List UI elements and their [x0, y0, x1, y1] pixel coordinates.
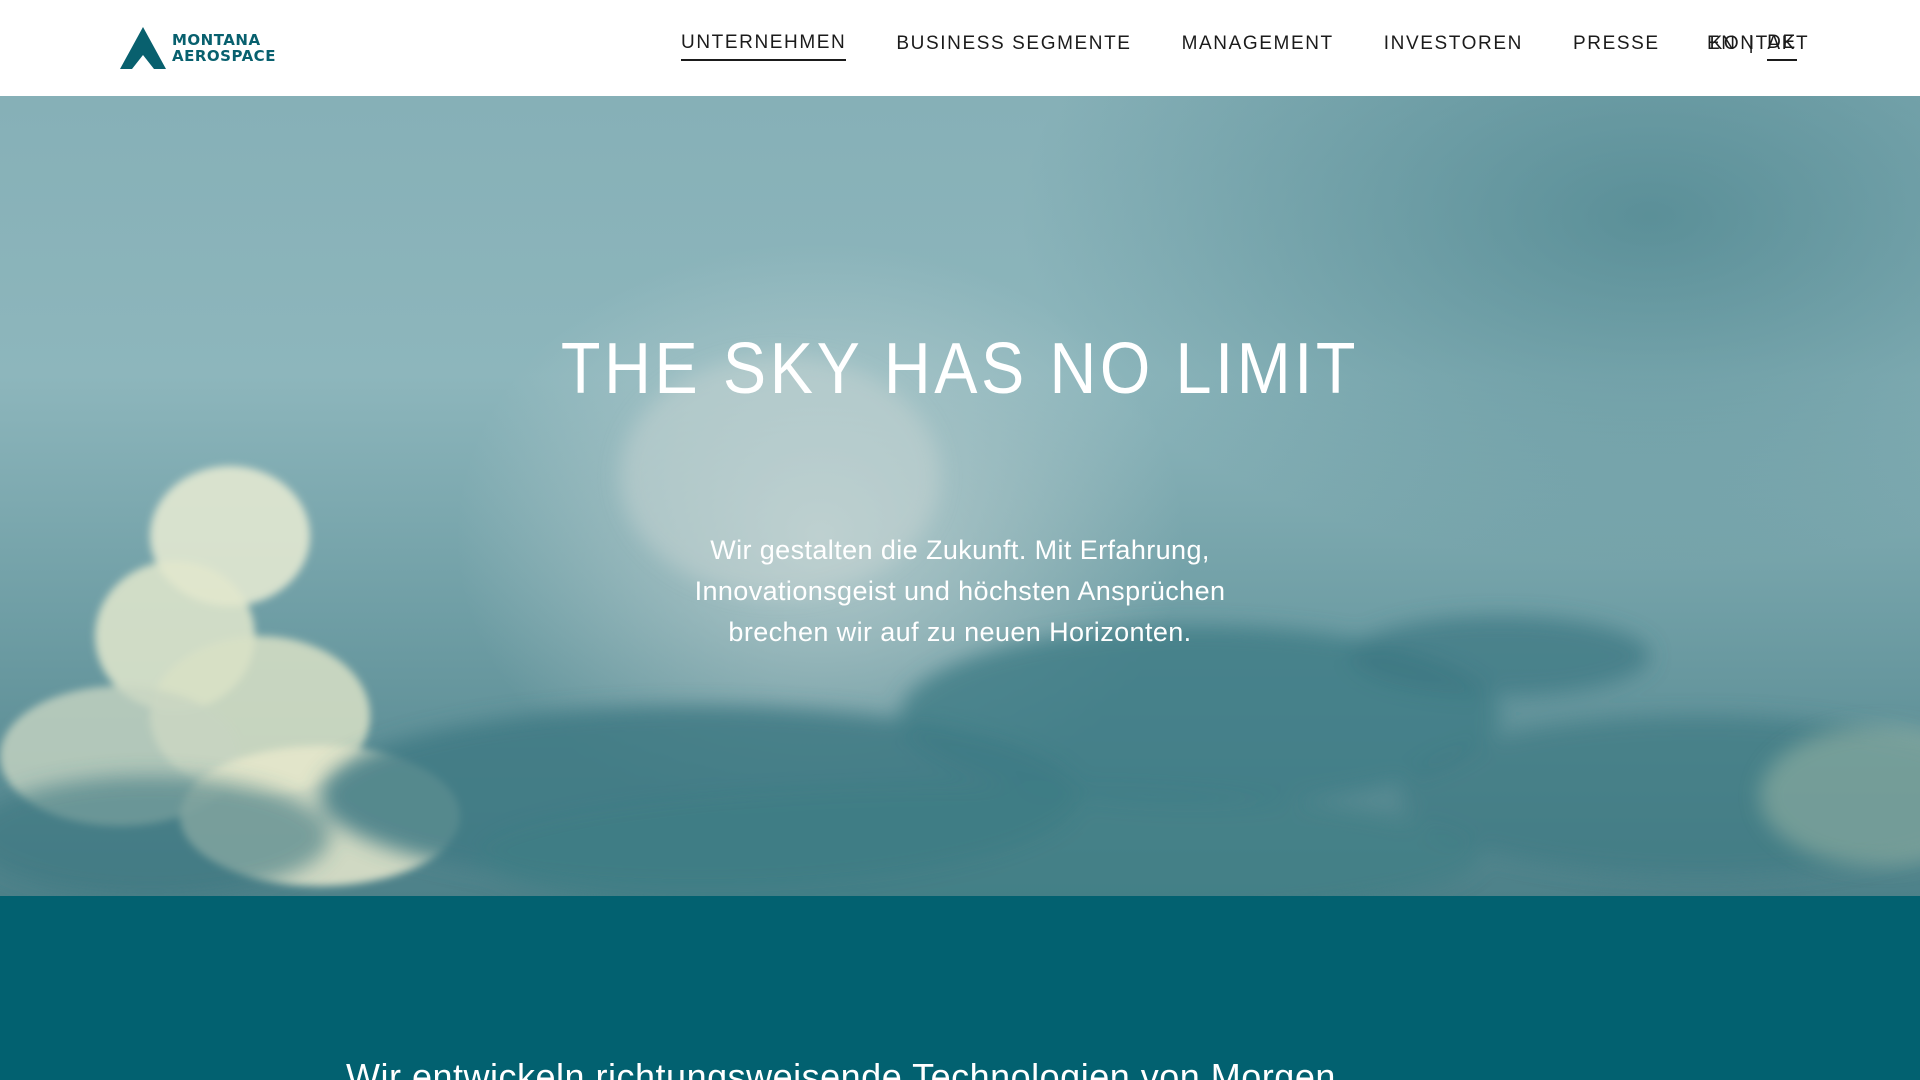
hero-text: Wir gestalten die Zukunft. Mit Erfahrung…: [610, 530, 1310, 653]
mountain-logo-icon: [120, 27, 166, 69]
logo-line-2: AEROSPACE: [172, 47, 276, 65]
nav-item-investoren[interactable]: INVESTOREN: [1384, 33, 1523, 60]
hero-text-line-3: brechen wir auf zu neuen Horizonten.: [728, 617, 1192, 647]
sky-clouds-background: [0, 356, 1920, 896]
hero-title: THE SKY HAS NO LIMIT: [560, 329, 1360, 409]
company-logo[interactable]: MONTANA AEROSPACE: [120, 26, 276, 70]
nav-item-presse[interactable]: PRESSE: [1573, 33, 1660, 60]
logo-wordmark: MONTANA AEROSPACE: [172, 32, 276, 64]
hero-text-line-2: Innovationsgeist und höchsten Ansprüchen: [694, 576, 1226, 606]
hero-section: THE SKY HAS NO LIMIT Wir gestalten die Z…: [0, 96, 1920, 896]
site-header: MONTANA AEROSPACE UNTERNEHMEN BUSINESS S…: [0, 0, 1920, 96]
language-separator: |: [1748, 32, 1756, 54]
main-navigation: UNTERNEHMEN BUSINESS SEGMENTE MANAGEMENT…: [681, 30, 1809, 62]
language-de-link[interactable]: DE: [1767, 32, 1797, 61]
nav-item-business-segmente[interactable]: BUSINESS SEGMENTE: [896, 33, 1131, 60]
nav-item-unternehmen[interactable]: UNTERNEHMEN: [681, 32, 847, 61]
intro-section: Wir entwickeln richtungsweisende Technol…: [0, 896, 1920, 1080]
hero-text-line-1: Wir gestalten die Zukunft. Mit Erfahrung…: [710, 535, 1210, 565]
intro-heading: Wir entwickeln richtungsweisende Technol…: [346, 1056, 1336, 1080]
language-switcher: EN | DE: [1707, 30, 1797, 62]
logo-line-1: MONTANA: [172, 31, 261, 49]
nav-item-management[interactable]: MANAGEMENT: [1182, 33, 1334, 60]
language-en-link[interactable]: EN: [1707, 33, 1737, 60]
